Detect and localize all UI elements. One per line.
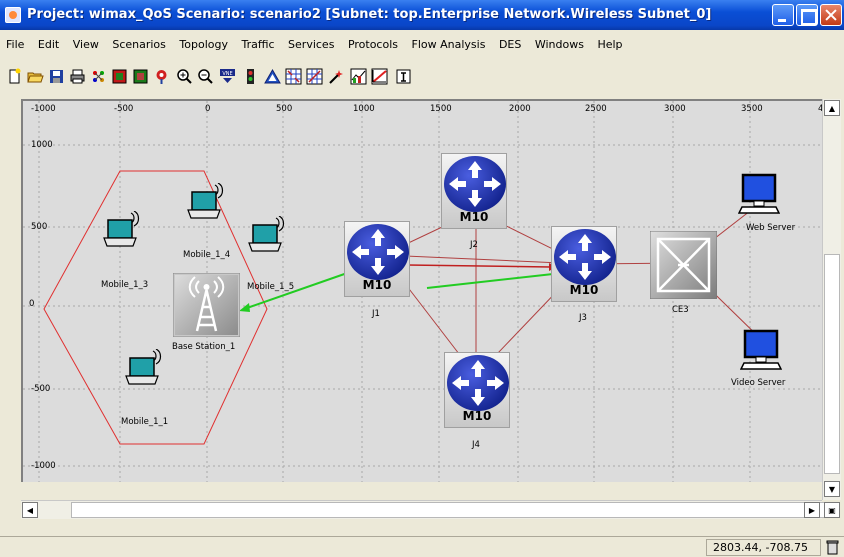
y-tick: 1000 (31, 140, 53, 150)
x-tick: -500 (114, 104, 134, 114)
node-label: J4 (472, 440, 480, 450)
toolbar: VNE (0, 62, 844, 92)
scroll-right-icon[interactable]: ▶ (804, 502, 820, 518)
node-label: Mobile_1_5 (247, 282, 295, 292)
graph-red-icon[interactable] (370, 67, 389, 86)
menu-topology[interactable]: Topology (174, 36, 233, 54)
laptop-icon[interactable] (125, 349, 165, 389)
node-label: Mobile_1_1 (121, 417, 169, 427)
zoom-out-icon[interactable] (196, 67, 215, 86)
trash-icon[interactable] (824, 539, 841, 556)
laptop-icon[interactable] (187, 183, 227, 223)
save-icon[interactable] (47, 67, 66, 86)
scroll-thumb[interactable] (71, 502, 825, 518)
title-bar: Project: wimax_QoS Scenario: scenario2 [… (0, 0, 844, 30)
scroll-up-icon[interactable]: ▲ (824, 100, 840, 116)
menu-windows[interactable]: Windows (530, 36, 589, 54)
switch-icon[interactable] (650, 231, 717, 299)
y-tick: 0 (29, 299, 35, 309)
menu-bar: File Edit View Scenarios Topology Traffi… (0, 36, 844, 54)
menu-file[interactable]: File (0, 36, 29, 54)
marker-icon[interactable] (152, 67, 171, 86)
svg-text:VNE: VNE (222, 71, 232, 77)
x-tick: 1000 (353, 104, 375, 114)
menu-traffic[interactable]: Traffic (236, 36, 279, 54)
menu-services[interactable]: Services (283, 36, 339, 54)
vne-icon[interactable]: VNE (218, 67, 237, 86)
router-icon[interactable]: M10 (551, 226, 617, 302)
x-tick: 3500 (741, 104, 763, 114)
node-label: Video Server (731, 378, 786, 388)
scroll-down-icon[interactable]: ▼ (824, 481, 840, 497)
scroll-left-icon[interactable]: ◀ (22, 502, 38, 518)
scroll-thumb[interactable] (824, 254, 840, 474)
node-label: J2 (470, 240, 478, 250)
zoom-in-icon[interactable] (175, 67, 194, 86)
node-label: Mobile_1_4 (183, 250, 231, 260)
recover-icon[interactable] (131, 67, 150, 86)
x-tick: 2500 (585, 104, 607, 114)
horizontal-scrollbar[interactable]: ◀ ▶ (21, 500, 825, 519)
graph-icon[interactable] (349, 67, 368, 86)
y-tick: -500 (31, 384, 51, 394)
close-button[interactable] (820, 4, 842, 26)
app-icon[interactable] (5, 7, 21, 23)
maximize-button[interactable] (796, 4, 818, 26)
status-bar: 2803.44, -708.75 (0, 536, 844, 557)
router-model: M10 (459, 210, 489, 224)
node-label: J3 (579, 313, 587, 323)
print-icon[interactable] (68, 67, 87, 86)
workspace-canvas[interactable]: -1000 -500 0 500 1000 1500 2000 2500 300… (21, 99, 822, 482)
config-run-icon[interactable] (241, 67, 260, 86)
node-label: Web Server (746, 223, 796, 233)
router-model: M10 (569, 283, 599, 297)
node-label: CE3 (672, 305, 689, 315)
results-icon[interactable] (305, 67, 324, 86)
failure-icon[interactable] (110, 67, 129, 86)
server-icon[interactable] (740, 329, 782, 373)
x-tick: 2000 (509, 104, 531, 114)
base-station-icon[interactable] (173, 273, 240, 337)
menu-des[interactable]: DES (494, 36, 526, 54)
x-tick: 3000 (664, 104, 686, 114)
router-model: M10 (462, 409, 492, 423)
y-tick: -1000 (31, 461, 56, 471)
menu-scenarios[interactable]: Scenarios (107, 36, 171, 54)
menu-view[interactable]: View (68, 36, 104, 54)
node-label: J1 (372, 309, 380, 319)
window-title: Project: wimax_QoS Scenario: scenario2 [… (27, 7, 712, 22)
laptop-icon[interactable] (248, 216, 288, 256)
minimize-button[interactable] (772, 4, 794, 26)
new-icon[interactable] (5, 67, 24, 86)
menu-flow-analysis[interactable]: Flow Analysis (407, 36, 491, 54)
x-tick: 0 (205, 104, 211, 114)
menu-help[interactable]: Help (592, 36, 627, 54)
y-tick: 500 (31, 222, 48, 232)
text-icon[interactable] (394, 67, 413, 86)
node-label: Base Station_1 (172, 342, 236, 352)
router-model: M10 (362, 278, 392, 292)
menu-edit[interactable]: Edit (33, 36, 64, 54)
server-icon[interactable] (738, 173, 780, 217)
router-icon[interactable]: M10 (441, 153, 507, 229)
overview-icon[interactable]: ▣ (824, 502, 840, 518)
triangle-icon[interactable] (263, 67, 282, 86)
vertical-scrollbar[interactable]: ▲ ▼ (822, 99, 841, 500)
router-icon[interactable]: M10 (344, 221, 410, 297)
x-tick: -1000 (31, 104, 56, 114)
node-label: Mobile_1_3 (101, 280, 149, 290)
laptop-icon[interactable] (103, 211, 143, 251)
x-tick: 1500 (430, 104, 452, 114)
cursor-coordinates: 2803.44, -708.75 (706, 539, 821, 556)
open-icon[interactable] (26, 67, 45, 86)
menu-protocols[interactable]: Protocols (343, 36, 403, 54)
stats-grid-icon[interactable] (284, 67, 303, 86)
object-palette-icon[interactable] (89, 67, 108, 86)
wand-icon[interactable] (327, 67, 346, 86)
router-icon[interactable]: M10 (444, 352, 510, 428)
x-tick: 500 (276, 104, 293, 114)
